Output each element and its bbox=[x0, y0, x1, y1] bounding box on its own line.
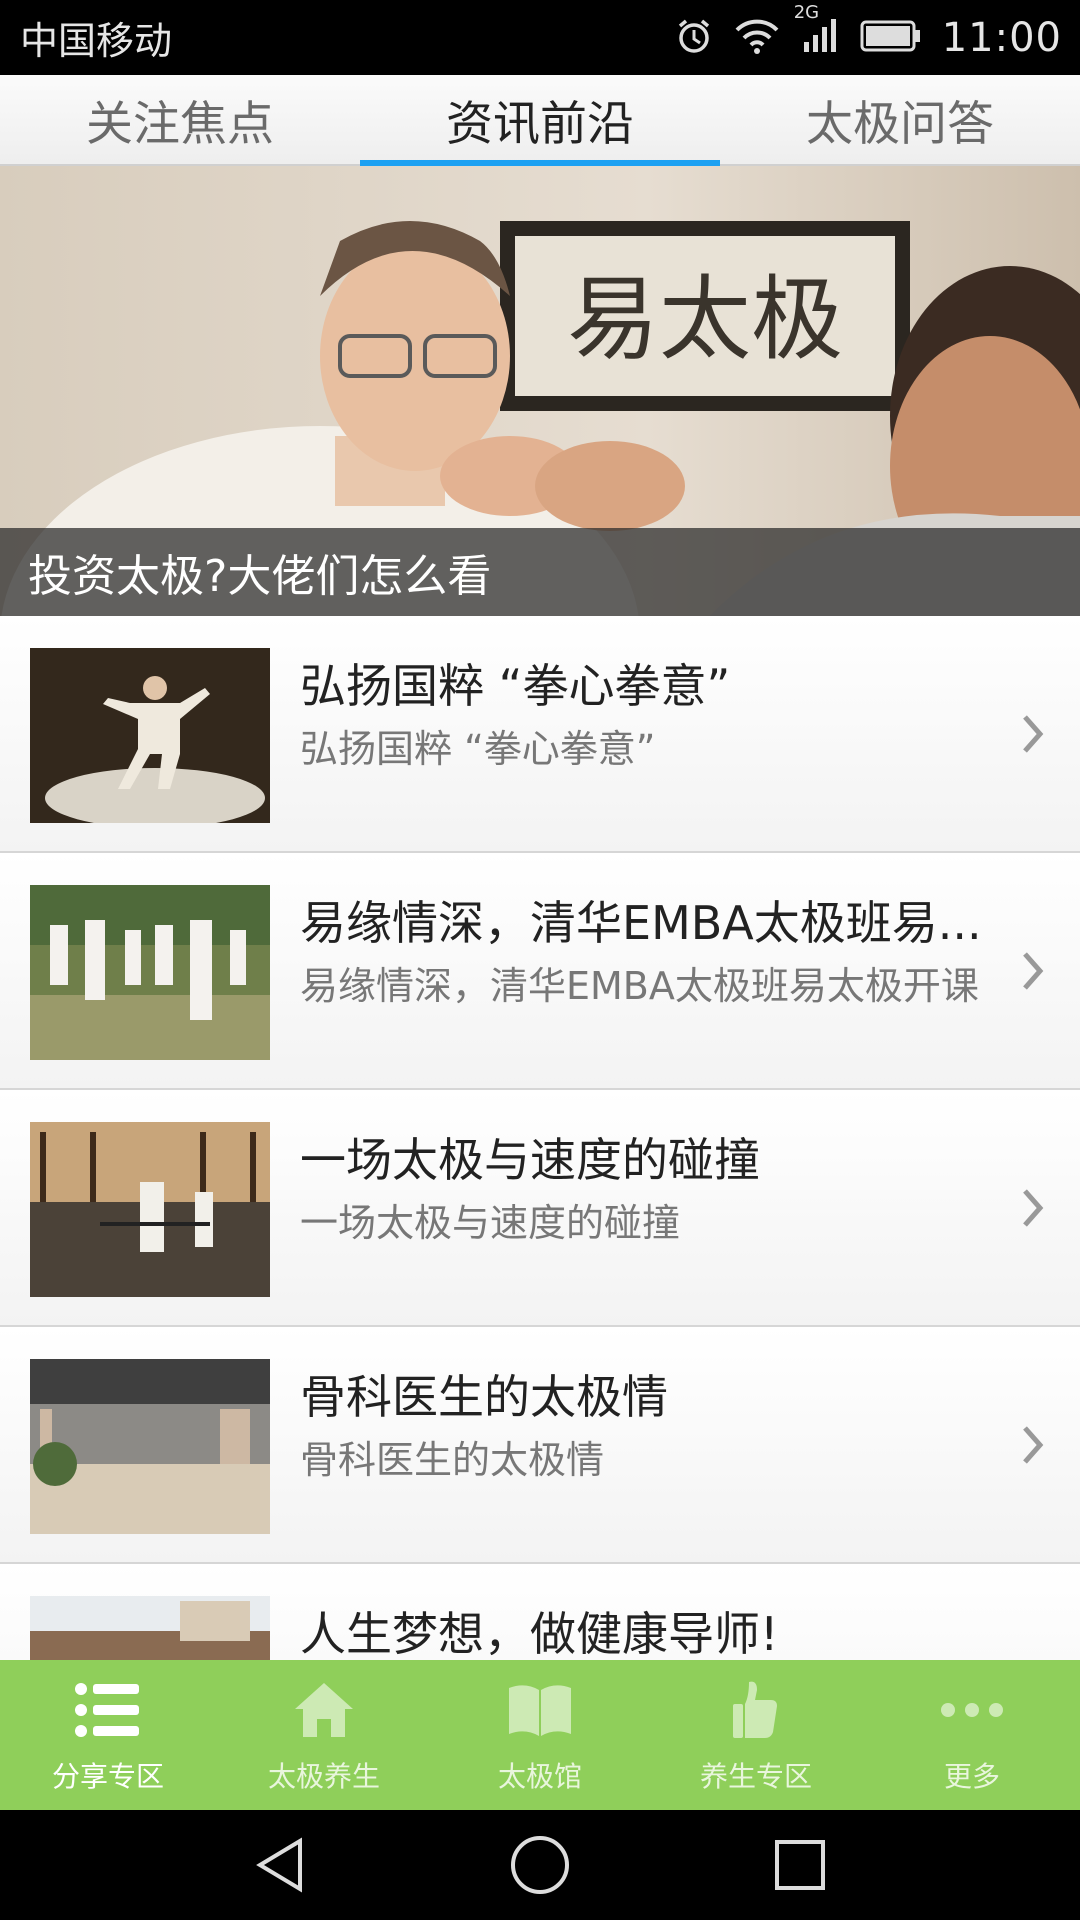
nav-label: 分享专区 bbox=[51, 1760, 164, 1793]
back-icon[interactable] bbox=[230, 1815, 330, 1915]
bottom-nav: 分享专区 太极养生 太极馆 养生专区 更多 bbox=[0, 1660, 1080, 1810]
tab-news[interactable]: 资讯前沿 bbox=[360, 75, 720, 166]
news-list: 弘扬国粹 “拳心拳意” 弘扬国粹 “拳心拳意” 易缘情深，清华EMBA太极班易.… bbox=[0, 616, 1080, 1660]
thumbs-up-icon bbox=[731, 1675, 781, 1745]
home-circle-icon[interactable] bbox=[490, 1815, 590, 1915]
item-title: 弘扬国粹 “拳心拳意” bbox=[300, 659, 731, 713]
signal-icon: 2G bbox=[794, 2, 840, 60]
calligraphy-text: 易太极 bbox=[567, 266, 843, 373]
item-text: 弘扬国粹 “拳心拳意” 弘扬国粹 “拳心拳意” bbox=[300, 656, 1000, 776]
recents-icon[interactable] bbox=[750, 1815, 850, 1915]
list-item[interactable]: 人生梦想，做健康导师! bbox=[0, 1564, 1080, 1660]
hero-caption: 投资太极?大佬们怎么看 bbox=[0, 528, 1080, 616]
item-subtitle: 易缘情深，清华EMBA太极班易太极开课 bbox=[300, 964, 979, 1008]
nav-label: 太极养生 bbox=[267, 1760, 380, 1793]
thumbnail-image bbox=[30, 648, 270, 823]
chevron-right-icon bbox=[1020, 949, 1046, 997]
item-title: 一场太极与速度的碰撞 bbox=[300, 1133, 760, 1187]
item-subtitle: 一场太极与速度的碰撞 bbox=[300, 1201, 681, 1245]
nav-wellness[interactable]: 养生专区 bbox=[648, 1660, 864, 1810]
list-item[interactable]: 一场太极与速度的碰撞 一场太极与速度的碰撞 bbox=[0, 1090, 1080, 1327]
item-text: 一场太极与速度的碰撞 一场太极与速度的碰撞 bbox=[300, 1130, 1000, 1250]
system-nav-bar bbox=[0, 1810, 1080, 1920]
tab-label: 太极问答 bbox=[806, 97, 994, 152]
tab-label: 资讯前沿 bbox=[446, 97, 634, 152]
top-tabs: 关注焦点 资讯前沿 太极问答 bbox=[0, 75, 1080, 166]
hero-banner[interactable]: 易太极 投资太极?大佬们怎么看 bbox=[0, 166, 1080, 616]
thumbnail-image bbox=[30, 1596, 270, 1660]
item-title: 易缘情深，清华EMBA太极班易... bbox=[300, 896, 982, 950]
status-bar: 中国移动 2G 11:00 bbox=[0, 0, 1080, 75]
nav-label: 养生专区 bbox=[699, 1760, 812, 1793]
list-icon bbox=[73, 1675, 143, 1745]
battery-icon bbox=[860, 19, 922, 57]
item-subtitle: 骨科医生的太极情 bbox=[300, 1438, 605, 1482]
status-icons: 2G 11:00 bbox=[674, 2, 1062, 61]
item-text: 骨科医生的太极情 骨科医生的太极情 bbox=[300, 1367, 1000, 1487]
network-type: 2G bbox=[793, 1, 820, 23]
item-subtitle: 弘扬国粹 “拳心拳意” bbox=[300, 727, 656, 771]
item-title: 人生梦想，做健康导师! bbox=[300, 1607, 779, 1660]
more-icon bbox=[939, 1675, 1005, 1745]
thumbnail-image bbox=[30, 1122, 270, 1297]
alarm-icon bbox=[674, 16, 714, 60]
nav-more[interactable]: 更多 bbox=[864, 1660, 1080, 1810]
item-title: 骨科医生的太极情 bbox=[300, 1370, 668, 1424]
tab-label: 关注焦点 bbox=[86, 97, 274, 152]
nav-share[interactable]: 分享专区 bbox=[0, 1660, 216, 1810]
tab-focus[interactable]: 关注焦点 bbox=[0, 75, 360, 164]
home-icon bbox=[291, 1675, 357, 1745]
list-item[interactable]: 弘扬国粹 “拳心拳意” 弘扬国粹 “拳心拳意” bbox=[0, 616, 1080, 853]
chevron-right-icon bbox=[1020, 1186, 1046, 1234]
thumbnail-image bbox=[30, 885, 270, 1060]
nav-label: 更多 bbox=[943, 1760, 1000, 1793]
item-text: 人生梦想，做健康导师! bbox=[300, 1604, 1000, 1660]
thumbnail-image bbox=[30, 1359, 270, 1534]
list-item[interactable]: 易缘情深，清华EMBA太极班易... 易缘情深，清华EMBA太极班易太极开课 bbox=[0, 853, 1080, 1090]
chevron-right-icon bbox=[1020, 1423, 1046, 1471]
carrier-name: 中国移动 bbox=[20, 19, 173, 63]
wifi-icon bbox=[734, 16, 780, 60]
nav-label: 太极馆 bbox=[497, 1760, 582, 1793]
tab-qa[interactable]: 太极问答 bbox=[720, 75, 1080, 164]
chevron-right-icon bbox=[1020, 712, 1046, 760]
list-item[interactable]: 骨科医生的太极情 骨科医生的太极情 bbox=[0, 1327, 1080, 1564]
app-screen: 中国移动 2G 11:00 关注焦点 资讯前沿 太极问答 易太极 投资太极?大佬… bbox=[0, 0, 1080, 1920]
clock: 11:00 bbox=[941, 14, 1062, 61]
item-text: 易缘情深，清华EMBA太极班易... 易缘情深，清华EMBA太极班易太极开课 bbox=[300, 893, 1000, 1013]
nav-taiji-hall[interactable]: 太极馆 bbox=[432, 1660, 648, 1810]
book-icon bbox=[505, 1675, 575, 1745]
nav-taiji-health[interactable]: 太极养生 bbox=[216, 1660, 432, 1810]
